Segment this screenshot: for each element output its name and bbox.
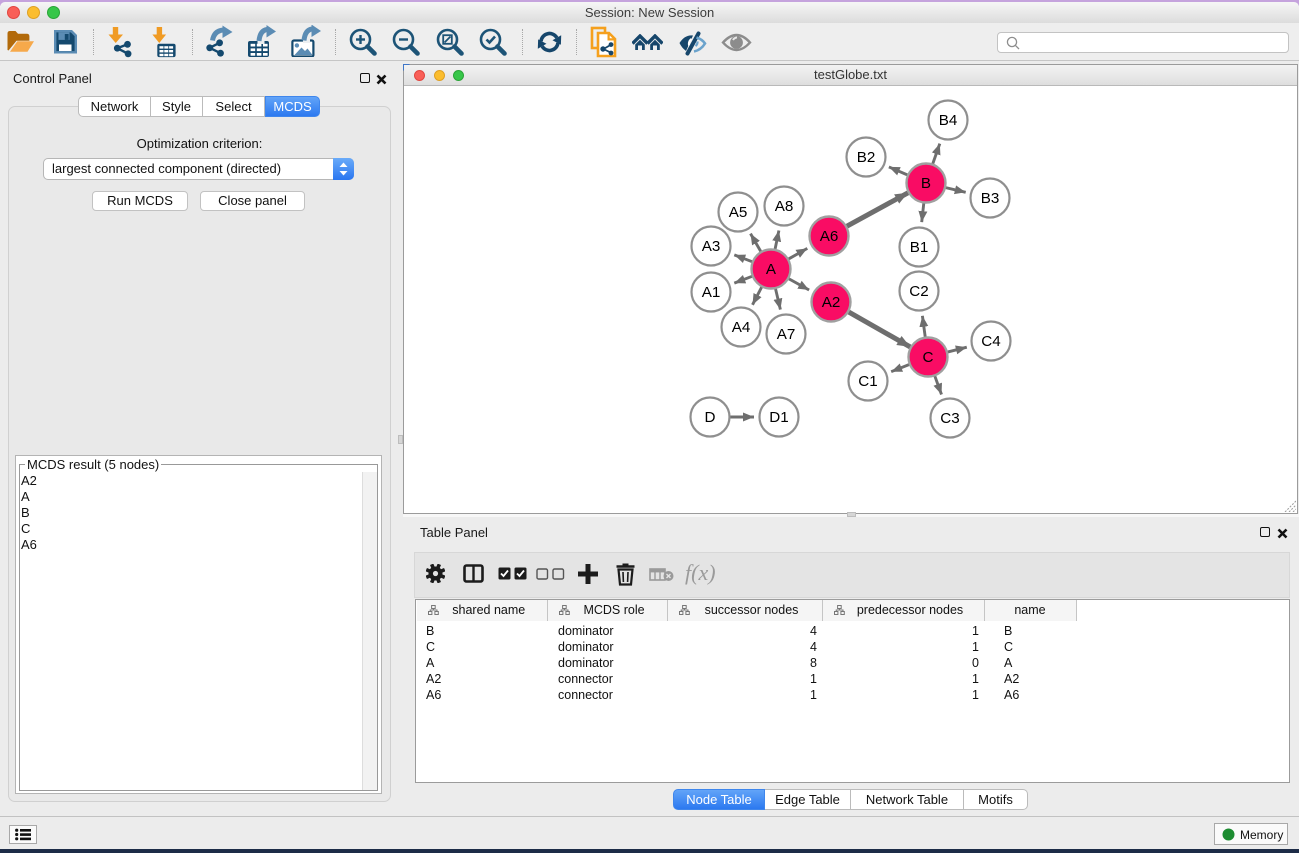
svg-text:C1: C1 bbox=[858, 373, 877, 390]
svg-text:A1: A1 bbox=[702, 284, 721, 301]
svg-text:C3: C3 bbox=[940, 410, 959, 427]
svg-text:B4: B4 bbox=[939, 112, 958, 129]
svg-text:B1: B1 bbox=[910, 239, 929, 256]
svg-text:C: C bbox=[923, 349, 934, 366]
svg-text:B3: B3 bbox=[981, 190, 1000, 207]
svg-text:A4: A4 bbox=[732, 319, 751, 336]
svg-text:A7: A7 bbox=[777, 326, 796, 343]
svg-text:C4: C4 bbox=[981, 333, 1000, 350]
svg-text:B: B bbox=[921, 175, 931, 192]
svg-text:D1: D1 bbox=[769, 409, 788, 426]
svg-text:B2: B2 bbox=[857, 149, 876, 166]
svg-text:C2: C2 bbox=[909, 283, 928, 300]
svg-text:A3: A3 bbox=[702, 238, 721, 255]
svg-text:A8: A8 bbox=[775, 198, 794, 215]
svg-text:A2: A2 bbox=[822, 294, 841, 311]
svg-text:A: A bbox=[766, 261, 777, 278]
svg-text:A5: A5 bbox=[729, 204, 748, 221]
svg-text:D: D bbox=[705, 409, 716, 426]
svg-text:A6: A6 bbox=[820, 228, 839, 245]
